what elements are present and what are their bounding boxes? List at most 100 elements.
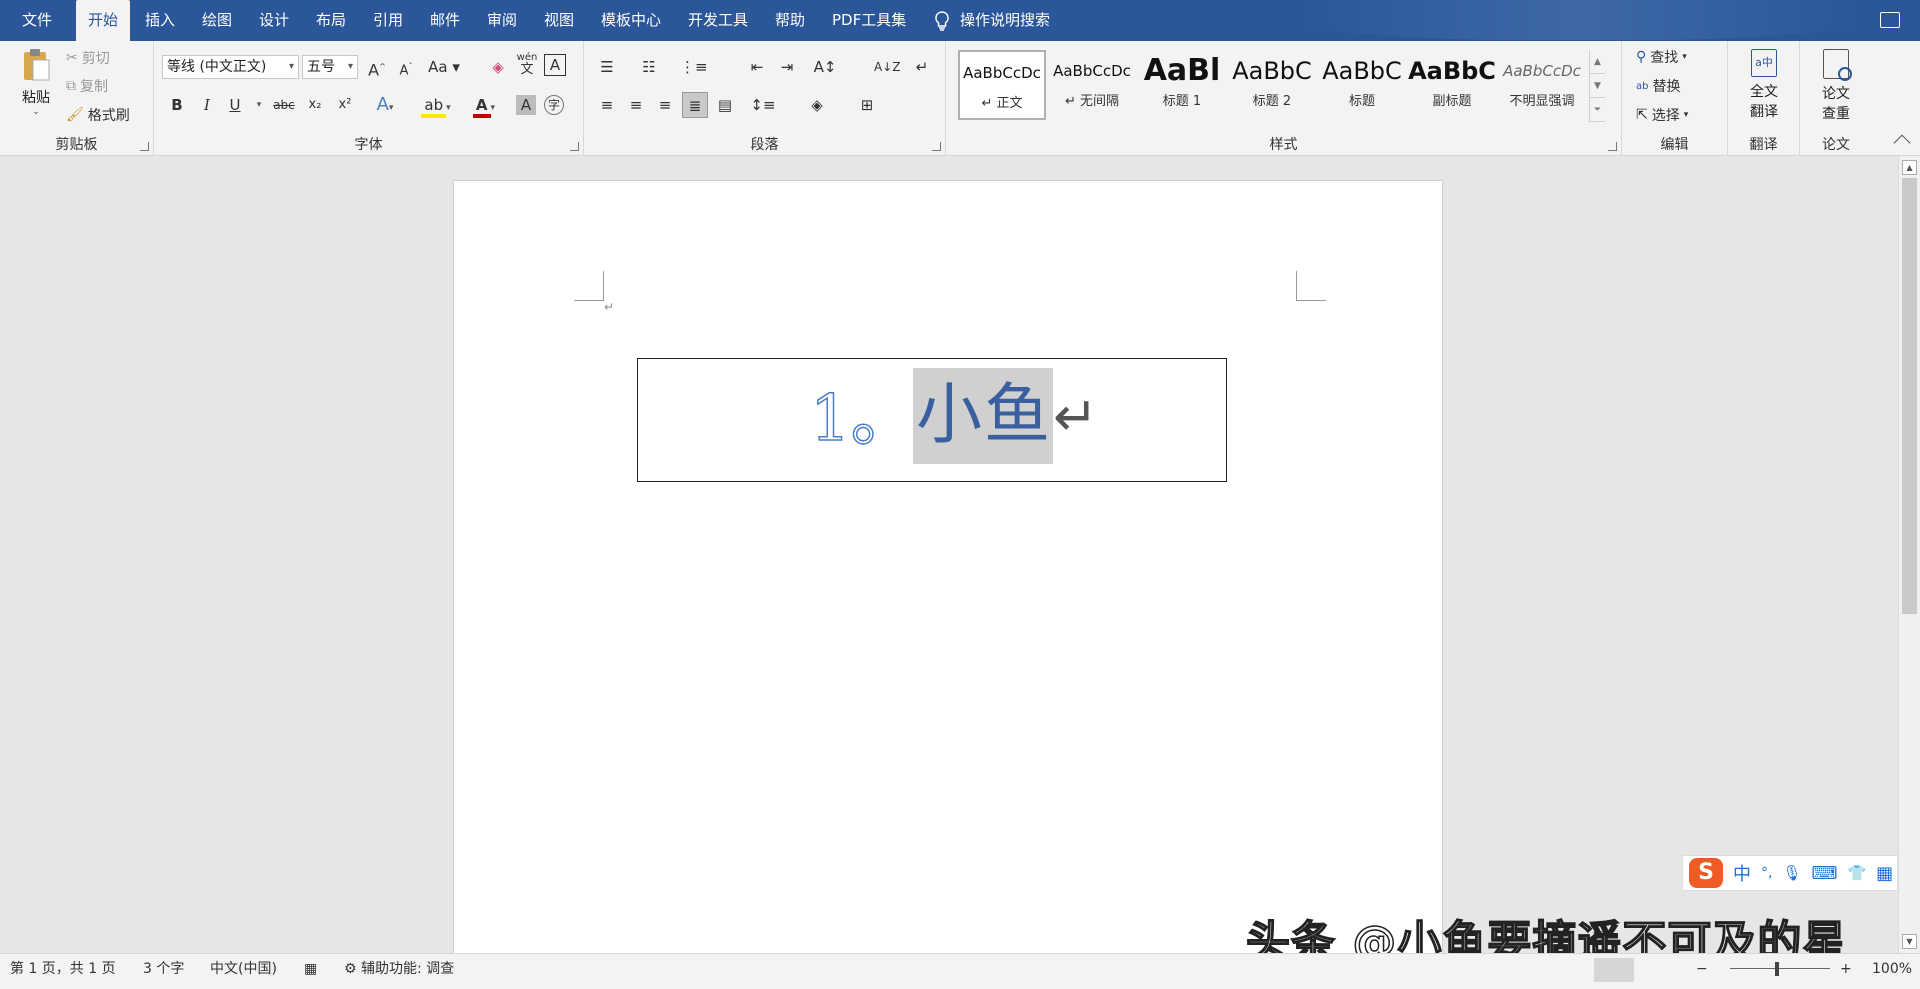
accessibility-checker[interactable]: ⚙ 辅助功能: 调查 — [344, 954, 454, 989]
zoom-out-button[interactable]: − — [1696, 954, 1708, 989]
scroll-down-icon[interactable]: ▼ — [1902, 934, 1917, 949]
style-heading-1[interactable]: AaBl 标题 1 — [1138, 50, 1226, 120]
shrink-font-button[interactable]: Aˇ — [393, 54, 419, 80]
microphone-icon[interactable]: 🎙 — [1782, 864, 1801, 882]
copy-button[interactable]: ⧉ 复制 — [66, 76, 108, 96]
ime-punctuation-icon[interactable]: °, — [1761, 865, 1772, 881]
style-normal[interactable]: AaBbCcDc ↵ 正文 — [958, 50, 1046, 120]
font-size-dropdown[interactable]: 五号 — [302, 55, 358, 79]
keyboard-icon[interactable]: ⌨ — [1812, 863, 1838, 884]
phonetic-guide-button[interactable]: wén 文 — [514, 52, 540, 78]
tab-file[interactable]: 文件 — [20, 0, 54, 41]
underline-dropdown-icon[interactable]: ▾ — [246, 92, 272, 118]
gallery-down-icon[interactable]: ▼ — [1590, 74, 1605, 98]
font-launcher-icon[interactable] — [570, 142, 579, 151]
heading-textbox[interactable]: 1。 小鱼 ↵ — [637, 358, 1227, 482]
page-count[interactable]: 第 1 页，共 1 页 — [10, 954, 116, 989]
clear-format-icon[interactable]: ◈ — [485, 54, 511, 80]
paste-button[interactable]: 粘贴 ⌄ — [16, 47, 56, 117]
read-mode-icon[interactable] — [1540, 958, 1580, 982]
change-case-button[interactable]: Aa ▾ — [426, 54, 462, 80]
tab-design[interactable]: 设计 — [257, 0, 291, 41]
increase-indent-icon[interactable]: ⇥ — [774, 54, 800, 80]
find-button[interactable]: ⚲ 查找 ▾ — [1636, 47, 1687, 67]
vertical-scrollbar[interactable]: ▲ ▼ — [1898, 156, 1920, 953]
style-subtitle[interactable]: AaBbC 副标题 — [1408, 50, 1496, 120]
character-shading-button[interactable]: A — [516, 95, 536, 115]
font-name-dropdown[interactable]: 等线 (中文正文) — [162, 55, 299, 79]
scroll-up-icon[interactable]: ▲ — [1902, 160, 1917, 175]
zoom-slider-thumb[interactable] — [1775, 962, 1779, 976]
zoom-level[interactable]: 100% — [1872, 954, 1912, 989]
tab-mailings[interactable]: 邮件 — [428, 0, 462, 41]
tab-developer[interactable]: 开发工具 — [686, 0, 750, 41]
text-direction-icon[interactable]: A↕ — [812, 54, 838, 80]
bold-button[interactable]: B — [164, 92, 190, 118]
strikethrough-button[interactable]: abc — [271, 92, 297, 118]
multilevel-list-icon[interactable]: ⋮≡ — [680, 54, 708, 80]
tab-draw[interactable]: 绘图 — [200, 0, 234, 41]
underline-button[interactable]: U — [222, 92, 248, 118]
styles-gallery-scroll[interactable]: ▲ ▼ ⏷ — [1589, 50, 1605, 122]
show-marks-icon[interactable]: ↵ — [909, 54, 935, 80]
bullets-icon[interactable]: ☰ — [594, 54, 620, 80]
shading-icon[interactable]: ◈ — [804, 92, 830, 118]
collapse-ribbon-icon[interactable] — [1893, 134, 1911, 152]
paper-check-button[interactable]: 论文 查重 — [1808, 49, 1864, 123]
borders-icon[interactable]: ⊞ — [854, 92, 880, 118]
sort-icon[interactable]: A↓Z — [874, 54, 900, 80]
tab-insert[interactable]: 插入 — [143, 0, 177, 41]
tab-template-center[interactable]: 模板中心 — [599, 0, 663, 41]
highlight-button[interactable]: ab ▾ — [416, 92, 456, 118]
toolbox-icon[interactable]: ▦ — [1876, 863, 1893, 884]
replace-button[interactable]: ab 替换 — [1636, 76, 1680, 96]
paragraph-launcher-icon[interactable] — [932, 142, 941, 151]
tab-view[interactable]: 视图 — [542, 0, 576, 41]
sogou-logo-icon[interactable]: S — [1689, 858, 1723, 888]
skin-icon[interactable]: 👕 — [1847, 864, 1866, 882]
grow-font-button[interactable]: A^ — [364, 54, 390, 80]
tab-review[interactable]: 审阅 — [485, 0, 519, 41]
gallery-more-icon[interactable]: ⏷ — [1590, 98, 1605, 122]
macro-record-icon[interactable]: ▦ — [304, 954, 317, 989]
gallery-up-icon[interactable]: ▲ — [1590, 50, 1605, 74]
heading-text[interactable]: 小鱼 — [916, 369, 1052, 461]
print-layout-icon[interactable] — [1594, 958, 1634, 982]
align-center-icon[interactable]: ≡ — [623, 92, 649, 118]
full-translate-button[interactable]: a中 全文 翻译 — [1736, 49, 1792, 121]
distributed-icon[interactable]: ▤ — [712, 92, 738, 118]
subscript-button[interactable]: x₂ — [302, 92, 328, 118]
comments-icon[interactable] — [1880, 12, 1900, 28]
clipboard-launcher-icon[interactable] — [140, 142, 149, 151]
tab-home[interactable]: 开始 — [76, 0, 131, 41]
zoom-slider[interactable] — [1730, 968, 1830, 969]
character-border-button[interactable]: A — [544, 54, 566, 76]
web-layout-icon[interactable] — [1648, 958, 1688, 982]
align-right-icon[interactable]: ≡ — [652, 92, 678, 118]
zoom-in-button[interactable]: + — [1840, 954, 1852, 989]
tab-layout[interactable]: 布局 — [314, 0, 348, 41]
styles-launcher-icon[interactable] — [1608, 142, 1617, 151]
cut-button[interactable]: ✂ 剪切 — [66, 48, 110, 68]
decrease-indent-icon[interactable]: ⇤ — [744, 54, 770, 80]
line-spacing-icon[interactable]: ↕≡ — [750, 92, 776, 118]
ime-mode[interactable]: 中 — [1733, 860, 1751, 886]
numbering-icon[interactable]: ☷ — [636, 54, 662, 80]
scroll-thumb[interactable] — [1902, 178, 1917, 614]
justify-icon[interactable]: ≣ — [682, 92, 708, 118]
align-left-icon[interactable]: ≡ — [594, 92, 620, 118]
document-page[interactable]: ↵ 1。 小鱼 ↵ — [453, 180, 1443, 989]
ime-toolbar[interactable]: S 中 °, 🎙 ⌨ 👕 ▦ — [1682, 855, 1898, 891]
format-painter-button[interactable]: 🖌 格式刷 — [66, 105, 130, 125]
style-no-spacing[interactable]: AaBbCcDc ↵ 无间隔 — [1048, 50, 1136, 120]
style-heading-2[interactable]: AaBbC 标题 2 — [1228, 50, 1316, 120]
language-indicator[interactable]: 中文(中国) — [210, 954, 277, 989]
style-subtle-emphasis[interactable]: AaBbCcDc 不明显强调 — [1498, 50, 1586, 120]
text-effects-button[interactable]: A▾ — [372, 92, 398, 118]
tab-help[interactable]: 帮助 — [773, 0, 807, 41]
tell-me-search[interactable]: 操作说明搜索 — [934, 0, 1050, 41]
style-title[interactable]: AaBbC 标题 — [1318, 50, 1406, 120]
tab-pdf-tools[interactable]: PDF工具集 — [830, 0, 908, 41]
font-color-button[interactable]: A ▾ — [464, 92, 504, 118]
enclose-characters-button[interactable]: 字 — [544, 95, 564, 115]
